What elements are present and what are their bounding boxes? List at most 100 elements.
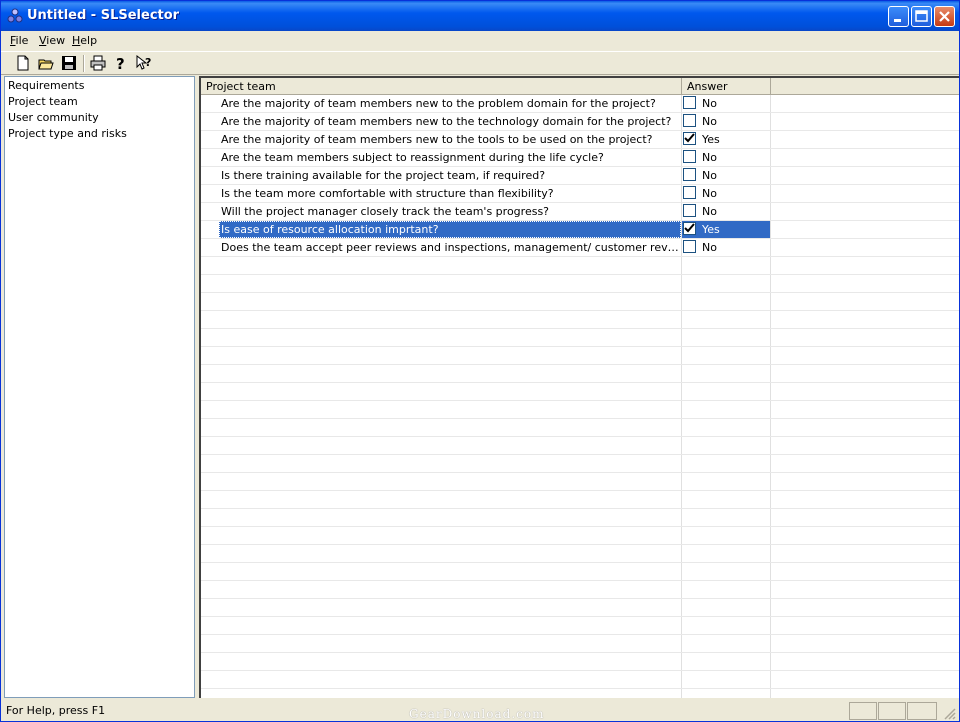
empty-row[interactable] <box>201 383 959 401</box>
question-cell[interactable]: Are the team members subject to reassign… <box>219 149 681 166</box>
answer-cell[interactable]: Yes <box>682 131 770 148</box>
answer-checkbox[interactable] <box>683 240 696 253</box>
save-disk-icon <box>62 56 76 70</box>
empty-row[interactable] <box>201 581 959 599</box>
answer-checkbox[interactable] <box>683 204 696 217</box>
answer-cell[interactable]: No <box>682 167 770 184</box>
empty-row[interactable] <box>201 473 959 491</box>
table-row[interactable]: Are the majority of team members new to … <box>201 113 959 131</box>
tree-item-project-team[interactable]: Project team <box>8 95 78 108</box>
menu-help[interactable]: Help <box>72 34 97 47</box>
empty-row[interactable] <box>201 437 959 455</box>
empty-row[interactable] <box>201 527 959 545</box>
table-row[interactable]: Are the majority of team members new to … <box>201 95 959 113</box>
size-grip-icon[interactable] <box>943 707 957 721</box>
toolbar-separator <box>83 55 85 72</box>
minimize-icon <box>894 19 901 22</box>
table-row[interactable]: Are the team members subject to reassign… <box>201 149 959 167</box>
question-grid: Project team Answer Are the majority of … <box>199 76 959 698</box>
answer-checkbox[interactable] <box>683 132 696 145</box>
menu-file[interactable]: File <box>10 34 28 47</box>
table-row[interactable]: Does the team accept peer reviews and in… <box>201 239 959 257</box>
empty-row[interactable] <box>201 401 959 419</box>
empty-row[interactable] <box>201 347 959 365</box>
answer-cell[interactable]: No <box>682 185 770 202</box>
answer-label: Yes <box>702 133 720 146</box>
close-button[interactable] <box>934 6 955 27</box>
category-tree[interactable]: Requirements Project team User community… <box>4 76 195 698</box>
new-button[interactable] <box>13 54 33 73</box>
table-row[interactable]: Is there training available for the proj… <box>201 167 959 185</box>
tree-item-requirements[interactable]: Requirements <box>8 79 84 92</box>
svg-text:?: ? <box>116 55 125 71</box>
tree-item-project-type-risks[interactable]: Project type and risks <box>8 127 127 140</box>
answer-checkbox[interactable] <box>683 96 696 109</box>
svg-text:?: ? <box>145 56 151 69</box>
answer-cell[interactable]: No <box>682 239 770 256</box>
empty-row[interactable] <box>201 599 959 617</box>
empty-row[interactable] <box>201 293 959 311</box>
empty-row[interactable] <box>201 329 959 347</box>
empty-row[interactable] <box>201 689 959 698</box>
help-icon: ? <box>116 55 125 71</box>
table-row[interactable]: Is ease of resource allocation imprtant?… <box>201 221 959 239</box>
empty-row[interactable] <box>201 563 959 581</box>
answer-checkbox[interactable] <box>683 114 696 127</box>
question-cell[interactable]: Is the team more comfortable with struct… <box>219 185 681 202</box>
question-cell[interactable]: Is ease of resource allocation imprtant? <box>219 221 681 238</box>
empty-row[interactable] <box>201 545 959 563</box>
answer-cell[interactable]: No <box>682 203 770 220</box>
question-cell[interactable]: Is there training available for the proj… <box>219 167 681 184</box>
question-cell[interactable]: Are the majority of team members new to … <box>219 95 681 112</box>
empty-row[interactable] <box>201 455 959 473</box>
table-row[interactable]: Are the majority of team members new to … <box>201 131 959 149</box>
answer-checkbox[interactable] <box>683 168 696 181</box>
column-header-question[interactable]: Project team <box>201 78 682 95</box>
save-button[interactable] <box>59 54 79 73</box>
answer-cell[interactable]: No <box>682 149 770 166</box>
empty-row[interactable] <box>201 635 959 653</box>
table-row[interactable]: Is the team more comfortable with struct… <box>201 185 959 203</box>
answer-cell[interactable]: Yes <box>682 221 770 238</box>
print-button[interactable] <box>88 54 108 73</box>
column-header-filler <box>771 78 959 95</box>
maximize-button[interactable] <box>911 6 932 27</box>
watermark: GearDownload.com <box>409 707 545 721</box>
empty-row[interactable] <box>201 257 959 275</box>
tree-item-user-community[interactable]: User community <box>8 111 99 124</box>
empty-row[interactable] <box>201 509 959 527</box>
answer-cell[interactable]: No <box>682 95 770 112</box>
question-cell[interactable]: Are the majority of team members new to … <box>219 131 681 148</box>
grid-header: Project team Answer <box>201 78 959 95</box>
menu-bar: File View Help <box>1 31 959 50</box>
maximize-icon <box>915 10 928 22</box>
context-help-button[interactable]: ? <box>134 54 154 73</box>
context-help-icon: ? <box>136 55 151 70</box>
question-cell[interactable]: Does the team accept peer reviews and in… <box>219 239 681 256</box>
empty-row[interactable] <box>201 275 959 293</box>
print-icon <box>90 55 106 71</box>
about-button[interactable]: ? <box>111 54 131 73</box>
column-header-answer[interactable]: Answer <box>682 78 771 95</box>
empty-row[interactable] <box>201 491 959 509</box>
empty-row[interactable] <box>201 419 959 437</box>
empty-row[interactable] <box>201 653 959 671</box>
answer-label: No <box>702 151 717 164</box>
question-cell[interactable]: Are the majority of team members new to … <box>219 113 681 130</box>
title-bar[interactable]: Untitled - SLSelector <box>1 1 959 31</box>
question-cell[interactable]: Will the project manager closely track t… <box>219 203 681 220</box>
empty-row[interactable] <box>201 365 959 383</box>
answer-checkbox[interactable] <box>683 150 696 163</box>
answer-cell[interactable]: No <box>682 113 770 130</box>
empty-row[interactable] <box>201 311 959 329</box>
table-row[interactable]: Will the project manager closely track t… <box>201 203 959 221</box>
empty-row[interactable] <box>201 671 959 689</box>
empty-row[interactable] <box>201 617 959 635</box>
menu-view[interactable]: View <box>39 34 65 47</box>
answer-checkbox[interactable] <box>683 222 696 235</box>
open-button[interactable] <box>36 54 56 73</box>
answer-checkbox[interactable] <box>683 186 696 199</box>
minimize-button[interactable] <box>888 6 909 27</box>
answer-label: No <box>702 187 717 200</box>
app-icon <box>7 8 23 23</box>
